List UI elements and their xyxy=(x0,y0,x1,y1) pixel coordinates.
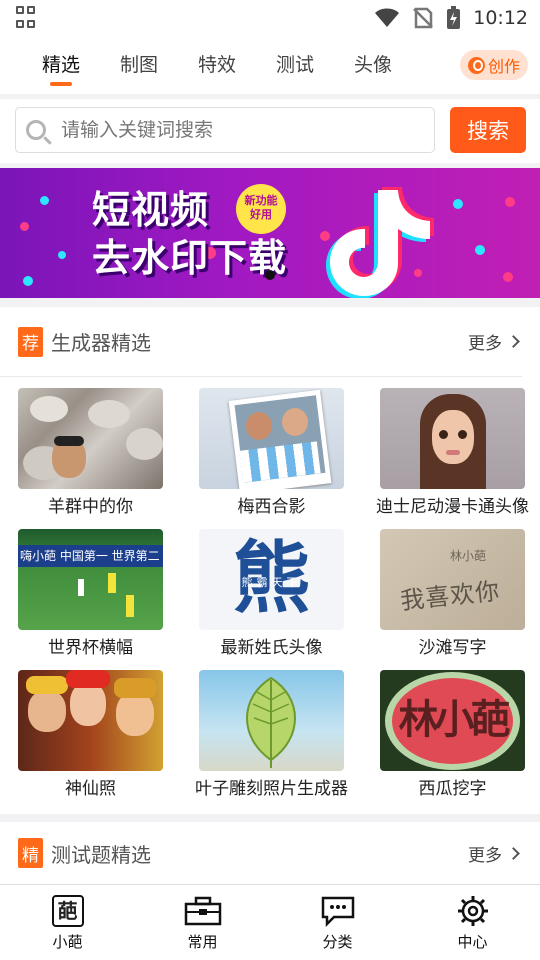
status-bar: 10:12 xyxy=(0,0,540,36)
generator-section: 荐 生成器精选 更多 羊群中的你 梅西合影 迪士尼动漫卡通头像 嗨小葩 中国第一… xyxy=(0,307,540,814)
generator-grid: 羊群中的你 梅西合影 迪士尼动漫卡通头像 嗨小葩 中国第一 世界第二 世界杯横幅… xyxy=(18,388,529,799)
quiz-more-button[interactable]: 更多 xyxy=(468,841,522,866)
nav-center[interactable]: 中心 xyxy=(405,885,540,960)
generator-item-label: 最新姓氏头像 xyxy=(220,638,323,658)
generator-item-label: 沙滩写字 xyxy=(418,638,487,658)
watermelon-text: 林小葩 xyxy=(398,697,511,743)
world-cup-banner-thumbnail: 嗨小葩 中国第一 世界第二 xyxy=(18,529,163,630)
world-cup-banner-text: 嗨小葩 中国第一 世界第二 xyxy=(18,545,163,567)
generator-item-label: 迪士尼动漫卡通头像 xyxy=(376,497,529,517)
generator-item[interactable]: 羊群中的你 xyxy=(18,388,163,517)
quiz-section-title: 测试题精选 xyxy=(51,842,151,867)
beach-writing-thumbnail: 林小葩 我喜欢你 xyxy=(380,529,525,630)
generator-section-header: 荐 生成器精选 更多 xyxy=(0,307,522,377)
generator-section-title: 生成器精选 xyxy=(51,331,151,355)
generator-item[interactable]: 嗨小葩 中国第一 世界第二 世界杯横幅 xyxy=(18,529,163,658)
generator-item[interactable]: 神仙照 xyxy=(18,670,163,799)
nav-label: 小葩 xyxy=(52,933,83,951)
more-label: 更多 xyxy=(468,845,502,866)
generator-item-label: 羊群中的你 xyxy=(48,497,133,517)
leaf-carving-thumbnail xyxy=(199,670,344,771)
chevron-right-icon xyxy=(507,335,520,348)
generator-item-label: 世界杯横幅 xyxy=(48,638,133,658)
generator-item[interactable]: 林小葩 我喜欢你 沙滩写字 xyxy=(380,529,525,658)
generator-item-label: 梅西合影 xyxy=(237,497,306,517)
nav-frequent[interactable]: 常用 xyxy=(135,885,270,960)
banner-line-2: 去水印下载 xyxy=(92,236,288,280)
tab-tests[interactable]: 测试 xyxy=(256,39,334,91)
cartoon-avatar-thumbnail xyxy=(380,388,525,489)
banner-badge: 新功能 好用 xyxy=(236,184,286,234)
search-input[interactable] xyxy=(61,119,401,141)
messi-photo-thumbnail xyxy=(199,388,344,489)
pa-icon-text: 葩 xyxy=(51,895,84,927)
top-tab-bar: 精选 制图 特效 测试 头像 创作 xyxy=(0,36,540,94)
chat-bubble-icon xyxy=(320,895,356,927)
no-sim-icon xyxy=(413,7,434,29)
chevron-right-icon xyxy=(507,846,520,860)
battery-charging-icon xyxy=(447,6,461,29)
generator-item[interactable]: 林小葩 西瓜挖字 xyxy=(380,670,525,799)
surname-subtitle: 熊霸天下 xyxy=(241,576,302,589)
quiz-section-header: 精 测试题精选 更多 xyxy=(0,822,522,884)
generator-item[interactable]: 梅西合影 xyxy=(199,388,344,517)
surname-avatar-thumbnail: 熊 熊霸天下 xyxy=(199,529,344,630)
generator-item[interactable]: 迪士尼动漫卡通头像 xyxy=(376,388,529,517)
status-time: 10:12 xyxy=(473,7,528,29)
pa-character-icon: 葩 xyxy=(51,895,84,927)
nav-label: 分类 xyxy=(322,933,353,951)
recommend-mark: 荐 xyxy=(18,326,43,357)
nav-category[interactable]: 分类 xyxy=(270,885,405,960)
nav-label: 常用 xyxy=(187,933,218,951)
tab-image-making[interactable]: 制图 xyxy=(100,39,178,91)
generator-item-label: 神仙照 xyxy=(65,779,116,799)
beach-main-text: 我喜欢你 xyxy=(399,576,502,616)
banner-badge-line-1: 新功能 xyxy=(244,194,278,207)
generator-item-label: 西瓜挖字 xyxy=(418,779,487,799)
generator-more-button[interactable]: 更多 xyxy=(468,329,522,354)
settings-gear-icon xyxy=(456,895,490,927)
create-button[interactable]: 创作 xyxy=(460,50,528,80)
create-button-label: 创作 xyxy=(487,57,520,76)
search-icon xyxy=(26,120,46,140)
generator-item[interactable]: 叶子雕刻照片生成器 xyxy=(195,670,348,799)
wifi-icon xyxy=(375,8,400,27)
watermelon-carving-thumbnail: 林小葩 xyxy=(380,670,525,771)
lightbulb-icon xyxy=(467,56,485,74)
featured-mark: 精 xyxy=(18,838,43,868)
banner-page-indicator xyxy=(265,270,275,280)
beach-small-text: 林小葩 xyxy=(450,549,487,563)
nav-xiaopa[interactable]: 葩 小葩 xyxy=(0,885,135,960)
quiz-section: 精 测试题精选 更多 xyxy=(0,822,540,884)
app-grid-icon xyxy=(16,6,40,30)
tab-avatars[interactable]: 头像 xyxy=(334,39,412,91)
search-button[interactable]: 搜索 xyxy=(450,107,526,153)
banner-badge-line-2: 好用 xyxy=(250,208,272,221)
nav-label: 中心 xyxy=(457,933,488,951)
immortal-photo-thumbnail xyxy=(18,670,163,771)
toolbox-icon xyxy=(184,895,222,927)
generator-item[interactable]: 熊 熊霸天下 最新姓氏头像 xyxy=(199,529,344,658)
generator-item-label: 叶子雕刻照片生成器 xyxy=(195,779,348,799)
tiktok-logo-icon xyxy=(326,187,434,298)
leaf-icon xyxy=(246,676,296,768)
tab-selected[interactable]: 精选 xyxy=(22,39,100,91)
bottom-navigation: 葩 小葩 常用 分类 中心 xyxy=(0,884,540,960)
sheep-crowd-thumbnail xyxy=(18,388,163,489)
search-box[interactable] xyxy=(15,107,436,153)
tab-effects[interactable]: 特效 xyxy=(178,39,256,91)
search-bar: 搜索 xyxy=(0,99,540,163)
more-label: 更多 xyxy=(468,334,502,354)
